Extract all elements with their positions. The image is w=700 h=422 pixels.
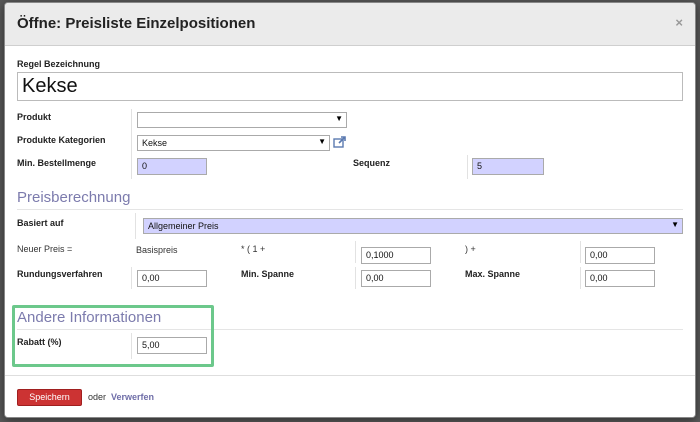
chevron-down-icon: ▼ bbox=[335, 114, 343, 123]
based-on-select-value: Allgemeiner Preis bbox=[148, 221, 219, 231]
rounding-label: Rundungsverfahren bbox=[17, 269, 103, 279]
highlight-box bbox=[12, 305, 214, 367]
label-divider bbox=[580, 267, 581, 289]
sequence-input[interactable]: 5 bbox=[472, 158, 544, 175]
save-button[interactable]: Speichern bbox=[17, 389, 82, 406]
max-margin-input[interactable]: 0,00 bbox=[585, 270, 655, 287]
min-margin-input[interactable]: 0,00 bbox=[361, 270, 431, 287]
dialog-header: Öffne: Preisliste Einzelpositionen × bbox=[5, 3, 695, 46]
chevron-down-icon: ▼ bbox=[318, 137, 326, 146]
dialog: Öffne: Preisliste Einzelpositionen × Reg… bbox=[4, 2, 696, 418]
min-margin-label: Min. Spanne bbox=[241, 269, 295, 279]
chevron-down-icon: ▼ bbox=[671, 220, 679, 229]
label-divider bbox=[355, 241, 356, 263]
rule-name-input[interactable]: Kekse bbox=[17, 72, 683, 101]
discount-factor-input[interactable]: 0,1000 bbox=[361, 247, 431, 264]
label-divider bbox=[135, 213, 136, 239]
or-text: oder bbox=[88, 392, 107, 402]
label-divider bbox=[131, 267, 132, 289]
label-divider bbox=[467, 155, 468, 179]
min-qty-label: Min. Bestellmenge bbox=[17, 158, 97, 168]
category-select[interactable]: Kekse ▼ bbox=[137, 135, 330, 151]
rounding-input[interactable]: 0,00 bbox=[137, 270, 207, 287]
label-divider bbox=[355, 267, 356, 289]
section-divider bbox=[17, 209, 683, 210]
new-price-label: Neuer Preis = bbox=[17, 244, 73, 254]
formula-multiply-text: * ( 1 + bbox=[241, 244, 266, 254]
external-link-icon[interactable] bbox=[333, 136, 347, 148]
category-label: Produkte Kategorien bbox=[17, 135, 106, 145]
dialog-title: Öffne: Preisliste Einzelpositionen bbox=[17, 15, 256, 32]
dialog-footer: Speichern oder Verwerfen bbox=[5, 375, 695, 417]
surcharge-input[interactable]: 0,00 bbox=[585, 247, 655, 264]
discard-link[interactable]: Verwerfen bbox=[111, 392, 154, 402]
dialog-body: Regel Bezeichnung Kekse Produkt ▼ Produk… bbox=[5, 47, 695, 375]
based-on-select[interactable]: Allgemeiner Preis ▼ bbox=[143, 218, 683, 234]
rule-name-label: Regel Bezeichnung bbox=[17, 59, 101, 69]
price-calc-section-title: Preisberechnung bbox=[17, 189, 131, 206]
base-price-text: Basispreis bbox=[136, 245, 178, 255]
based-on-label: Basiert auf bbox=[17, 218, 64, 228]
label-divider bbox=[580, 241, 581, 263]
sequence-label: Sequenz bbox=[353, 158, 391, 168]
close-icon[interactable]: × bbox=[675, 15, 683, 30]
max-margin-label: Max. Spanne bbox=[465, 269, 521, 279]
formula-plus-text: ) + bbox=[465, 244, 476, 254]
product-label: Produkt bbox=[17, 112, 52, 122]
label-divider bbox=[131, 109, 132, 179]
category-select-value: Kekse bbox=[142, 138, 168, 148]
product-select[interactable]: ▼ bbox=[137, 112, 347, 128]
min-qty-input[interactable]: 0 bbox=[137, 158, 207, 175]
